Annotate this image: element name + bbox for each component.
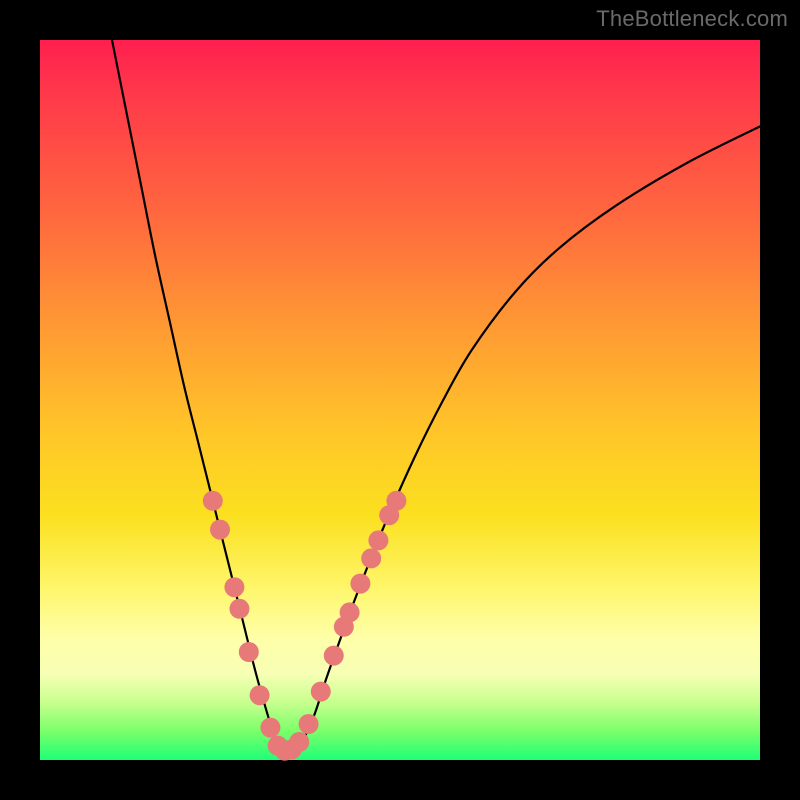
curve-marker [239, 642, 259, 662]
curve-marker [250, 685, 270, 705]
curve-marker [311, 682, 331, 702]
plot-area [40, 40, 760, 760]
curve-marker [324, 646, 344, 666]
curve-marker [368, 530, 388, 550]
curve-marker [260, 718, 280, 738]
curve-marker [210, 520, 230, 540]
curve-marker [289, 732, 309, 752]
curve-marker [229, 599, 249, 619]
curve-markers [203, 491, 407, 761]
curve-marker [340, 602, 360, 622]
curve-marker [361, 548, 381, 568]
curve-marker [350, 574, 370, 594]
curve-marker [299, 714, 319, 734]
bottleneck-curve [112, 40, 760, 753]
curve-marker [224, 577, 244, 597]
watermark-text: TheBottleneck.com [596, 6, 788, 32]
outer-frame: TheBottleneck.com [0, 0, 800, 800]
curve-marker [203, 491, 223, 511]
curve-marker [386, 491, 406, 511]
chart-svg [40, 40, 760, 760]
